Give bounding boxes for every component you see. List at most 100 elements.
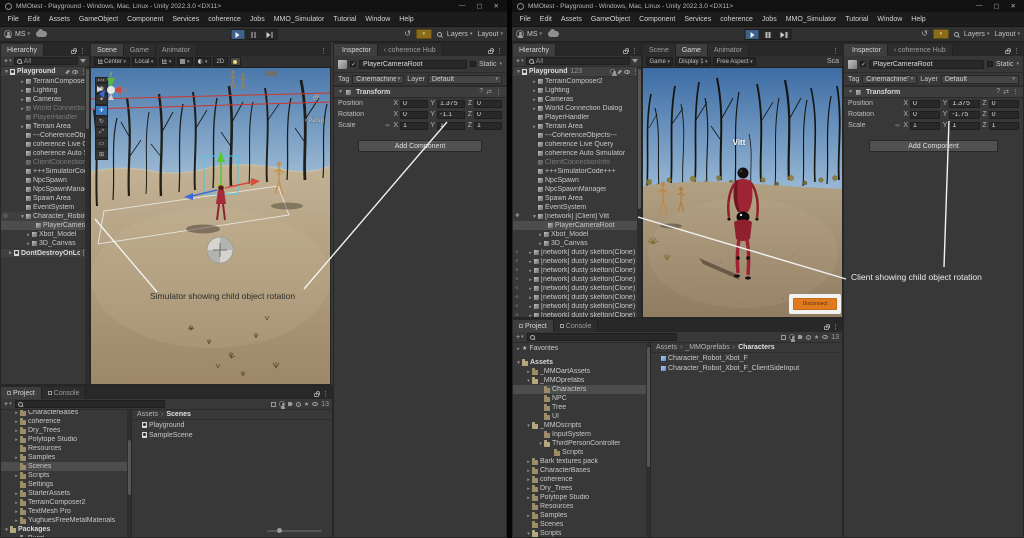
expand-arrow-icon[interactable]: ▼ <box>19 214 26 220</box>
folder-row[interactable]: ▾ ThirdPersonController <box>513 439 650 448</box>
static-checkbox[interactable] <box>986 61 993 67</box>
position-x-field[interactable]: 0 <box>400 99 428 108</box>
folder-row[interactable]: ▾ _MMOprefabs <box>513 376 650 385</box>
rotation-x-field[interactable]: 0 <box>910 110 941 119</box>
search-by-type-icon[interactable] <box>780 334 786 340</box>
expand-arrow-icon[interactable]: ▸ <box>13 428 20 434</box>
view-tab[interactable]: Game <box>123 44 156 56</box>
info-icon[interactable]: i <box>805 334 811 340</box>
layout-dropdown[interactable]: Layout ▾ <box>477 31 503 38</box>
pause-button[interactable] <box>760 29 776 40</box>
hierarchy-row[interactable]: coherence Auto Simulator <box>1 149 89 158</box>
collab-icon[interactable] <box>610 69 617 76</box>
hidden-count-icon[interactable] <box>312 402 319 406</box>
label-icon[interactable] <box>287 402 293 406</box>
hierarchy-row[interactable]: coherence Live Query <box>513 140 641 149</box>
title-bar[interactable]: MMOtest - Playground - Windows, Mac, Lin… <box>0 0 507 12</box>
asset-item[interactable]: Character_Robot_Xbot_F_ClientSideInput <box>651 363 842 373</box>
uniform-scale-link-icon[interactable]: ∞ <box>894 123 901 129</box>
folder-row[interactable]: ▸ coherence <box>513 475 650 484</box>
help-icon[interactable]: ? <box>479 88 483 96</box>
menu-item[interactable]: GameObject <box>74 16 122 23</box>
folder-row[interactable]: Resources <box>513 502 650 511</box>
folder-row[interactable]: Characters <box>513 385 650 394</box>
folder-row[interactable]: InputSystem <box>513 430 650 439</box>
expand-arrow-icon[interactable]: ▾ <box>525 423 532 429</box>
expand-arrow-icon[interactable]: ▾ <box>537 441 544 447</box>
tab-hierarchy[interactable]: Hierarchy <box>1 44 44 56</box>
folder-row[interactable]: ▸ YughuesFreeMetalMaterials <box>1 516 131 525</box>
version-control-icon[interactable]: ▾ <box>415 29 432 39</box>
folder-row[interactable]: ▾ Scripts <box>513 529 650 537</box>
inspector-tab[interactable]: ‹ coherence Hub <box>887 44 953 56</box>
project-tab[interactable]: Project <box>513 320 554 332</box>
rotate-tool-button[interactable]: ↻ <box>95 116 108 127</box>
folder-row[interactable]: ▸ TerrainComposer2 <box>1 498 131 507</box>
disconnect-button[interactable]: Disconnect <box>793 298 837 310</box>
menu-item[interactable]: Component <box>123 16 168 23</box>
project-search-input[interactable] <box>14 400 165 408</box>
expand-arrow-icon[interactable]: ▸ <box>527 250 534 256</box>
expand-arrow-icon[interactable]: ▸ <box>527 313 534 318</box>
menu-item[interactable]: File <box>3 16 23 23</box>
scrollbar[interactable] <box>637 67 641 317</box>
visibility-icon[interactable] <box>624 69 630 74</box>
undo-history-icon[interactable]: ↺ <box>404 30 411 38</box>
inspector-tab[interactable]: Inspector <box>334 44 378 56</box>
hierarchy-search-input[interactable]: All <box>525 57 630 65</box>
panel-menu-icon[interactable]: ⋮ <box>320 47 327 55</box>
breadcrumb-item[interactable]: Characters <box>730 344 775 351</box>
hierarchy-row[interactable]: ✚ ▼ [network] [Client] Vitt <box>513 212 641 221</box>
menu-item[interactable]: Window <box>873 16 907 23</box>
folder-row[interactable]: ▾ Assets <box>513 358 650 367</box>
transform-component-header[interactable]: ▼ Transform ? ⇄ ⋮ <box>334 86 506 98</box>
panel-menu-icon[interactable]: ⋮ <box>832 323 839 331</box>
hierarchy-row[interactable]: ▸ 3D_Canvas <box>1 239 89 248</box>
menu-item[interactable]: Jobs <box>757 16 781 23</box>
menu-item[interactable]: Tutorial <box>329 16 361 23</box>
perspective-label[interactable]: ‹ Persp <box>305 118 324 124</box>
add-component-button[interactable]: Add Component <box>869 140 998 152</box>
folder-row[interactable]: ▸ Dry_Trees <box>1 426 131 435</box>
position-x-field[interactable]: 0 <box>910 99 941 108</box>
render-mode-dropdown[interactable]: ▾ <box>194 57 211 66</box>
help-icon[interactable]: ? <box>996 88 1000 96</box>
expand-arrow-icon[interactable]: ▸ <box>525 486 532 492</box>
scale-z-field[interactable]: 1 <box>988 121 1019 130</box>
hierarchy-row[interactable]: ◃ ▸ [network] dusty skelton(Clone) <box>513 293 641 302</box>
play-button[interactable] <box>744 29 760 40</box>
tab-hierarchy[interactable]: Hierarchy <box>513 44 556 56</box>
hierarchy-row[interactable]: NpcSpawn <box>1 176 89 185</box>
breadcrumb-item[interactable]: Assets <box>656 344 677 351</box>
menu-item[interactable]: Edit <box>23 16 44 23</box>
position-y-field[interactable]: 1.375 <box>949 99 980 108</box>
search-icon[interactable] <box>953 31 959 37</box>
expand-arrow-icon[interactable]: ▸ <box>525 369 532 375</box>
scale-x-field[interactable]: 1 <box>910 121 941 130</box>
menu-item[interactable]: Jobs <box>245 16 269 23</box>
expand-arrow-icon[interactable]: ▸ <box>531 106 538 112</box>
expand-arrow-icon[interactable]: ▸ <box>525 468 532 474</box>
panel-menu-icon[interactable]: ⋮ <box>631 47 638 55</box>
folder-row[interactable]: ▸ Scripts <box>1 471 131 480</box>
hierarchy-row[interactable]: PlayerCameraRoot <box>513 221 641 230</box>
hierarchy-row[interactable]: PlayerHandler <box>1 113 89 122</box>
play-button[interactable] <box>230 29 245 40</box>
zoom-slider[interactable] <box>267 528 322 534</box>
transform-component-header[interactable]: ▼ Transform ? ⇄ ⋮ <box>844 86 1023 98</box>
lock-icon[interactable] <box>623 48 630 54</box>
folder-row[interactable]: ▾ _MMOscripts <box>513 421 650 430</box>
active-checkbox[interactable] <box>860 61 866 68</box>
search-by-label-icon[interactable] <box>788 334 796 342</box>
presets-icon[interactable]: ⇄ <box>1003 88 1009 96</box>
account-icon[interactable] <box>4 30 12 38</box>
panel-menu-icon[interactable]: ⋮ <box>79 47 86 55</box>
menu-item[interactable]: Services <box>168 16 204 23</box>
breadcrumb-item[interactable]: _MMOprefabs <box>677 344 729 351</box>
asset-item[interactable]: SampleScene <box>132 430 332 440</box>
expand-arrow-icon[interactable]: ▾ <box>525 378 532 384</box>
cloud-icon[interactable] <box>36 28 48 37</box>
account-icon[interactable] <box>516 30 524 38</box>
version-control-icon[interactable]: ▾ <box>932 29 949 39</box>
grid-snap-icon[interactable]: ▾ <box>158 57 175 66</box>
